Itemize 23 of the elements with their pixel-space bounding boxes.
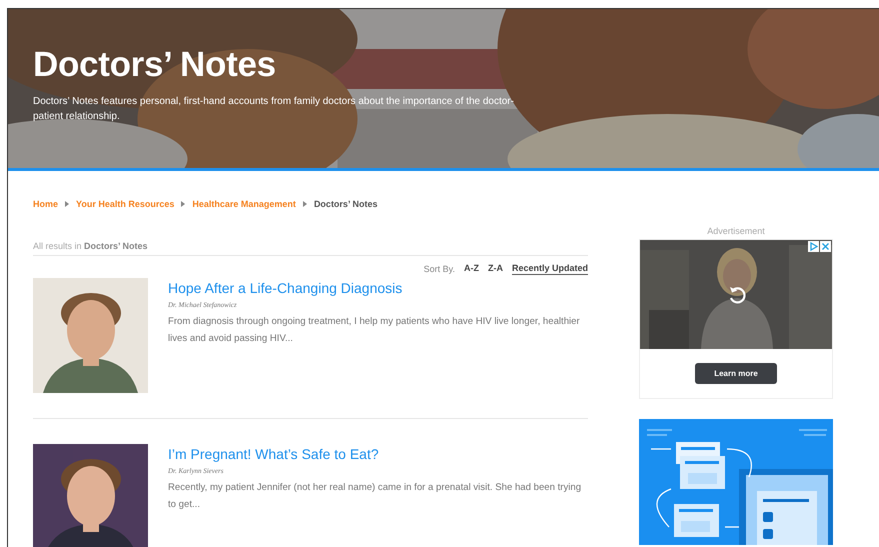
article-title-link[interactable]: Hope After a Life-Changing Diagnosis [168,279,588,297]
replay-icon [727,285,747,305]
current-page-label: Doctors’ Notes [314,199,378,209]
ad-choices-icon [808,241,819,252]
results-label: All results in Doctors’ Notes [33,241,588,256]
article-title-link[interactable]: I’m Pregnant! What’s Safe to Eat? [168,445,588,463]
sort-option[interactable]: Z-A [488,263,503,275]
article-summary: From diagnosis through ongoing treatment, I help my patients who have HIV live longer, healthier lives and avoid passing HIV... [168,315,581,346]
sort-option[interactable]: A-Z [464,263,479,275]
page-description: Doctors’ Notes features personal, first-hand accounts from family doctors about the importance of the doctor-patient relationship. [33,95,515,124]
article-summary: Recently, my patient Jennifer (not her real name) came in for a prenatal visit. She had been trying to get... [168,481,582,512]
chevron-icon [65,201,70,207]
breadcrumb-link[interactable]: Your Health Resources [76,199,174,209]
advertisement-label: Advertisement [706,226,766,236]
chevron-icon [302,201,307,207]
close-icon [820,241,831,252]
chevron-icon [181,201,186,207]
learn-more-button[interactable]: Learn more [695,363,777,384]
breadcrumb-link[interactable]: Healthcare Management [192,199,296,209]
sort-option[interactable]: Recently Updated [512,263,588,275]
sort-label: Sort By. [424,264,455,274]
page-title: Doctors’ Notes [33,45,277,85]
breadcrumb-link[interactable]: Home [33,199,58,209]
